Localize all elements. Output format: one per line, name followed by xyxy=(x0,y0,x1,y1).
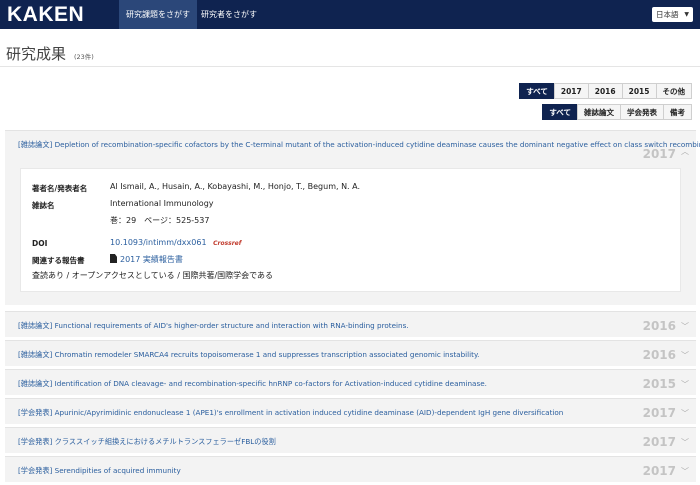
year-filter-2016[interactable]: 2016 xyxy=(587,83,623,99)
volume-pages: 巻：29 ページ：525-537 xyxy=(110,216,210,225)
result-item: [学会発表] クラススイッチ組換えにおけるメチルトランスフェラーゼFBLの役割 … xyxy=(5,427,696,453)
result-item-year: 2017 xyxy=(642,147,676,161)
result-item-year: 2016 xyxy=(642,348,676,362)
authors-label: 著者名/発表者名 xyxy=(32,184,88,193)
result-item: [雑誌論文] Identification of DNA cleavage- a… xyxy=(5,369,696,395)
result-item-title[interactable]: [雑誌論文] Depletion of recombination-specif… xyxy=(18,140,700,150)
result-count: (23件) xyxy=(74,53,94,61)
chevron-down-icon[interactable]: ﹀ xyxy=(681,437,689,448)
result-detail-panel: 著者名/発表者名 Al Ismail, A., Husain, A., Koba… xyxy=(20,168,681,292)
top-navbar: KAKEN 研究課題をさがす 研究者をさがす 日本語 ▼ xyxy=(0,0,700,29)
year-filter-all[interactable]: すべて xyxy=(519,83,555,99)
year-filter-group: すべて 2017 2016 2015 その他 xyxy=(519,83,692,99)
type-filter-remarks[interactable]: 備考 xyxy=(663,104,692,120)
divider xyxy=(0,66,700,67)
page-title: 研究成果 xyxy=(6,45,67,63)
chevron-down-icon[interactable]: ﹀ xyxy=(681,466,689,477)
type-filter-group: すべて 雑誌論文 学会発表 備考 xyxy=(542,104,692,120)
tab-search-researchers[interactable]: 研究者をさがす xyxy=(194,0,264,29)
year-filter-other[interactable]: その他 xyxy=(655,83,692,99)
chevron-down-icon[interactable]: ﹀ xyxy=(681,408,689,419)
document-icon xyxy=(110,254,117,263)
publication-notes: 査読あり / オープンアクセスとしている / 国際共著/国際学会である xyxy=(32,271,274,280)
result-item-title[interactable]: [雑誌論文] Chromatin remodeler SMARCA4 recru… xyxy=(18,350,479,360)
authors-value: Al Ismail, A., Husain, A., Kobayashi, M.… xyxy=(110,182,361,191)
result-item: [学会発表] Apurinic/Apyrimidinic endonucleas… xyxy=(5,398,696,424)
result-item: [学会発表] Serendipities of acquired immunit… xyxy=(5,456,696,482)
year-filter-2015[interactable]: 2015 xyxy=(621,83,657,99)
crossref-logo[interactable]: Crossref xyxy=(213,240,241,247)
chevron-up-icon[interactable]: ︿ xyxy=(681,146,689,157)
result-item-title[interactable]: [学会発表] クラススイッチ組換えにおけるメチルトランスフェラーゼFBLの役割 xyxy=(18,437,276,447)
result-item: [雑誌論文] Chromatin remodeler SMARCA4 recru… xyxy=(5,340,696,366)
result-item-year: 2017 xyxy=(642,435,676,449)
result-item-title[interactable]: [学会発表] Apurinic/Apyrimidinic endonucleas… xyxy=(18,408,563,418)
type-filter-presentation[interactable]: 学会発表 xyxy=(620,104,664,120)
doi-link[interactable]: 10.1093/intimm/dxx061 xyxy=(110,238,207,247)
result-item-year: 2016 xyxy=(642,319,676,333)
chevron-down-icon[interactable]: ﹀ xyxy=(681,379,689,390)
result-item-title[interactable]: [学会発表] Serendipities of acquired immunit… xyxy=(18,466,181,476)
journal-label: 雑誌名 xyxy=(32,201,55,210)
related-report-link[interactable]: 2017 実績報告書 xyxy=(120,255,183,264)
chevron-down-icon: ▼ xyxy=(684,11,689,18)
language-label: 日本語 xyxy=(656,10,679,19)
kaken-logo[interactable]: KAKEN xyxy=(7,3,84,27)
chevron-down-icon[interactable]: ﹀ xyxy=(681,321,689,332)
result-item: [雑誌論文] Functional requirements of AID's … xyxy=(5,311,696,337)
result-item-year: 2017 xyxy=(642,464,676,478)
result-item-title[interactable]: [雑誌論文] Identification of DNA cleavage- a… xyxy=(18,379,487,389)
related-report-label: 関連する報告書 xyxy=(32,256,85,265)
result-item-year: 2015 xyxy=(642,377,676,391)
result-item-title[interactable]: [雑誌論文] Functional requirements of AID's … xyxy=(18,321,409,331)
tab-search-projects[interactable]: 研究課題をさがす xyxy=(119,0,197,29)
type-filter-all[interactable]: すべて xyxy=(542,104,578,120)
year-filter-2017[interactable]: 2017 xyxy=(553,83,589,99)
language-select[interactable]: 日本語 ▼ xyxy=(652,7,693,22)
chevron-down-icon[interactable]: ﹀ xyxy=(681,350,689,361)
result-item-year: 2017 xyxy=(642,406,676,420)
doi-label: DOI xyxy=(32,239,48,248)
journal-value: International Immunology xyxy=(110,199,214,208)
type-filter-journal[interactable]: 雑誌論文 xyxy=(577,104,621,120)
